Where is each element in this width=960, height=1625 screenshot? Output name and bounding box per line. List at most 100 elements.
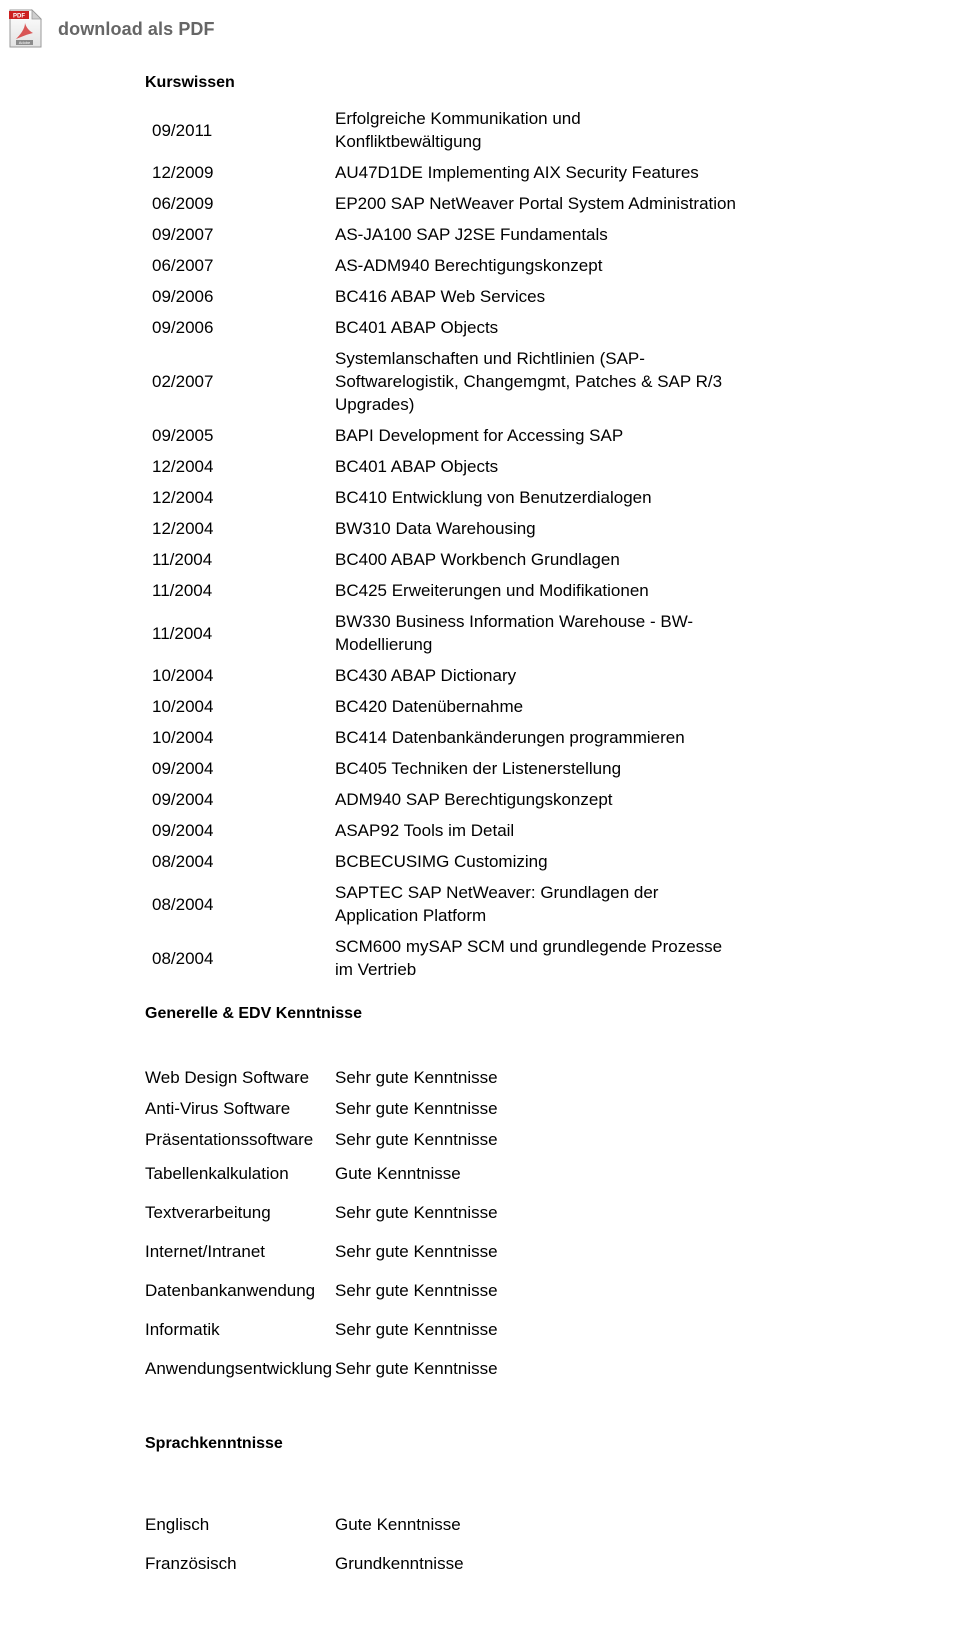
course-title-line: ASAP92 Tools im Detail — [335, 821, 515, 840]
course-row: 09/2011 Erfolgreiche Kommunikation und Kon… — [0, 107, 960, 153]
course-title-line: AS-JA100 SAP J2SE Fundamentals — [335, 225, 608, 244]
course-date: 10/2004 — [152, 666, 214, 685]
it-skill-row: Tabellenkalkulation Gute Kenntnisse — [0, 1162, 960, 1185]
course-row: 09/2006 BC401 ABAP Objects — [0, 316, 960, 339]
it-skill-name: Präsentationssoftware — [145, 1130, 314, 1149]
download-pdf-link[interactable]: PDF Adobe download als PDF — [0, 0, 960, 58]
course-row: 10/2004 BC420 Datenübernahme — [0, 695, 960, 718]
it-skill-name: Anwendungsentwicklung — [145, 1359, 333, 1378]
heading-generelle-edv-kenntnisse: Generelle & EDV Kenntnisse — [145, 1005, 362, 1022]
course-row: 12/2004 BW310 Data Warehousing — [0, 517, 960, 540]
it-skill-level: Sehr gute Kenntnisse — [335, 1242, 498, 1261]
course-row: 12/2009 AU47D1DE Implementing AIX Securit… — [0, 161, 960, 184]
course-title-line: BAPI Development for Accessing SAP — [335, 426, 624, 445]
it-skill-row: Web Design Software Sehr gute Kenntnisse — [0, 1066, 960, 1089]
heading-sprachkenntnisse: Sprachkenntnisse — [145, 1435, 283, 1452]
course-row: 09/2004 ASAP92 Tools im Detail — [0, 819, 960, 842]
course-title: BW310 Data Warehousing — [335, 517, 960, 540]
course-date: 09/2006 — [152, 318, 214, 337]
course-title-line: AS-ADM940 Berechtigungskonzept — [335, 256, 603, 275]
course-title: BC420 Datenübernahme — [335, 695, 960, 718]
it-skill-name: Web Design Software — [145, 1068, 310, 1087]
course-title: BC401 ABAP Objects — [335, 455, 960, 478]
course-date: 02/2007 — [152, 372, 214, 391]
it-skill-name: Tabellenkalkulation — [145, 1164, 289, 1183]
course-title: SCM600 mySAP SCM und grundlegende Prozes… — [335, 935, 960, 981]
course-date: 11/2004 — [152, 581, 213, 600]
course-title: AS-JA100 SAP J2SE Fundamentals — [335, 223, 960, 246]
course-date: 12/2009 — [152, 163, 214, 182]
course-date: 10/2004 — [152, 697, 214, 716]
course-title-line: Modellierung — [335, 635, 433, 654]
course-title: BW330 Business Information Warehouse - B… — [335, 610, 960, 656]
it-skill-level: Sehr gute Kenntnisse — [335, 1068, 498, 1087]
course-title: SAPTEC SAP NetWeaver: Grundlagen der Appl… — [335, 881, 960, 927]
course-title-line: SCM600 mySAP SCM und grundlegende Prozes… — [335, 937, 723, 956]
course-title: BC430 ABAP Dictionary — [335, 664, 960, 687]
course-title-line: BC425 Erweiterungen und Modifikationen — [335, 581, 649, 600]
course-title: BC410 Entwicklung von Benutzerdialogen — [335, 486, 960, 509]
it-skill-row: Anti-Virus Software Sehr gute Kenntnisse — [0, 1097, 960, 1120]
course-title-line: BC401 ABAP Objects — [335, 318, 499, 337]
course-row: 10/2004 BC430 ABAP Dictionary — [0, 664, 960, 687]
course-title-line: Systemlanschaften und Richtlinien (SAP- — [335, 349, 645, 368]
course-date: 11/2004 — [152, 624, 213, 643]
course-date: 06/2009 — [152, 194, 214, 213]
course-title: AS-ADM940 Berechtigungskonzept — [335, 254, 960, 277]
course-row: 11/2004 BW330 Business Information Wareho… — [0, 610, 960, 656]
course-title: BC425 Erweiterungen und Modifikationen — [335, 579, 960, 602]
course-row: 09/2005 BAPI Development for Accessing SA… — [0, 424, 960, 447]
course-title-line: BC430 ABAP Dictionary — [335, 666, 517, 685]
course-date: 09/2006 — [152, 287, 214, 306]
language-name: Englisch — [145, 1515, 210, 1534]
course-row: 09/2004 ADM940 SAP Berechtigungskonzept — [0, 788, 960, 811]
pdf-file-icon: PDF Adobe — [8, 9, 44, 49]
download-pdf-label: download als PDF — [58, 18, 215, 39]
language-row: Französisch Grundkenntnisse — [0, 1552, 960, 1575]
course-date: 08/2004 — [152, 949, 214, 968]
course-title: BC400 ABAP Workbench Grundlagen — [335, 548, 960, 571]
course-title-line: Application Platform — [335, 906, 487, 925]
course-title-line: BC405 Techniken der Listenerstellung — [335, 759, 622, 778]
course-title-line: BCBECUSIMG Customizing — [335, 852, 548, 871]
it-skill-row: Datenbankanwendung Sehr gute Kenntnisse — [0, 1279, 960, 1302]
course-row: 12/2004 BC410 Entwicklung von Benutzerdia… — [0, 486, 960, 509]
course-title: BC416 ABAP Web Services — [335, 285, 960, 308]
it-skill-level: Sehr gute Kenntnisse — [335, 1130, 498, 1149]
course-title-line: BC400 ABAP Workbench Grundlagen — [335, 550, 620, 569]
course-title-line: im Vertrieb — [335, 960, 417, 979]
course-row: 11/2004 BC425 Erweiterungen und Modifikat… — [0, 579, 960, 602]
it-skill-level: Sehr gute Kenntnisse — [335, 1203, 498, 1222]
course-date: 08/2004 — [152, 895, 214, 914]
course-date: 09/2005 — [152, 426, 214, 445]
svg-text:PDF: PDF — [13, 14, 25, 20]
course-date: 12/2004 — [152, 519, 214, 538]
course-title-line: Konfliktbewältigung — [335, 132, 482, 151]
course-title: ADM940 SAP Berechtigungskonzept — [335, 788, 960, 811]
course-title: Systemlanschaften und Richtlinien (SAP- S… — [335, 347, 960, 416]
it-skill-name: Internet/Intranet — [145, 1242, 266, 1261]
course-row: 12/2004 BC401 ABAP Objects — [0, 455, 960, 478]
course-title-line: BC410 Entwicklung von Benutzerdialogen — [335, 488, 652, 507]
it-skill-name: Datenbankanwendung — [145, 1281, 316, 1300]
course-date: 09/2004 — [152, 821, 214, 840]
it-skill-row: Internet/Intranet Sehr gute Kenntnisse — [0, 1240, 960, 1263]
language-level: Grundkenntnisse — [335, 1554, 464, 1573]
course-date: 09/2004 — [152, 759, 214, 778]
it-skill-row: Textverarbeitung Sehr gute Kenntnisse — [0, 1201, 960, 1224]
course-date: 09/2004 — [152, 790, 214, 809]
course-date: 08/2004 — [152, 852, 214, 871]
course-title-line: Erfolgreiche Kommunikation und — [335, 109, 581, 128]
course-date: 09/2011 — [152, 121, 213, 140]
course-date: 09/2007 — [152, 225, 214, 244]
course-date: 12/2004 — [152, 488, 214, 507]
course-row: 09/2004 BC405 Techniken der Listenerstell… — [0, 757, 960, 780]
it-skill-level: Sehr gute Kenntnisse — [335, 1281, 498, 1300]
heading-kurswissen: Kurswissen — [145, 74, 235, 91]
course-row: 10/2004 BC414 Datenbankänderungen program… — [0, 726, 960, 749]
course-title-line: Softwarelogistik, Changemgmt, Patches & … — [335, 372, 723, 391]
course-row: 09/2007 AS-JA100 SAP J2SE Fundamentals — [0, 223, 960, 246]
course-title-line: AU47D1DE Implementing AIX Security Featu… — [335, 163, 699, 182]
course-title: EP200 SAP NetWeaver Portal System Admini… — [335, 192, 960, 215]
course-row: 08/2004 BCBECUSIMG Customizing — [0, 850, 960, 873]
